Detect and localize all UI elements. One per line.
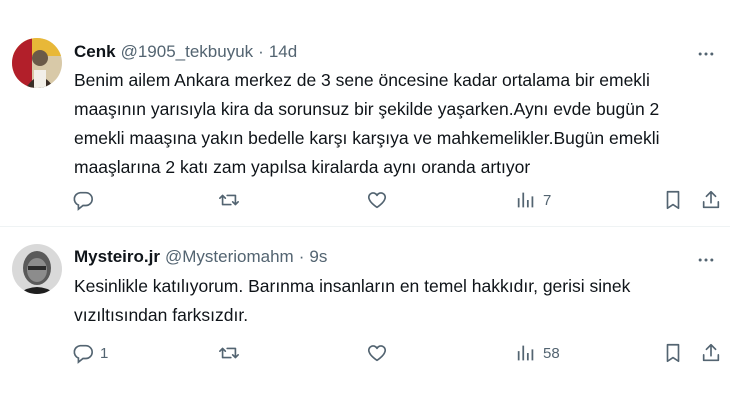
like-icon — [367, 192, 387, 209]
tweet-text-line: maaşlarına 2 katı zam yapılsa kiralarda … — [74, 157, 531, 177]
separator-dot: · — [298, 247, 305, 266]
more-icon[interactable] — [696, 250, 716, 270]
reply-icon — [73, 344, 93, 364]
reply-button[interactable]: 1 — [72, 342, 108, 364]
tweet-text: Kesinlikle katılıyorum. Barınma insanlar… — [74, 272, 714, 330]
reply-button[interactable] — [72, 189, 94, 211]
tweet-text: Benim ailem Ankara merkez de 3 sene önce… — [74, 66, 714, 182]
retweet-button[interactable] — [218, 342, 240, 364]
bookmark-icon — [666, 343, 680, 363]
author-handle[interactable]: @1905_tekbuyuk — [121, 42, 254, 62]
share-button[interactable] — [700, 189, 722, 211]
views-icon — [517, 345, 534, 361]
views-button[interactable]: 7 — [515, 189, 551, 211]
views-count: 58 — [543, 344, 560, 362]
retweet-button[interactable] — [218, 189, 240, 211]
tweet-header: Cenk @1905_tekbuyuk · 14d — [74, 42, 297, 62]
more-icon[interactable] — [696, 44, 716, 64]
tweet-header: Mysteiro.jr @Mysteriomahm · 9s — [74, 247, 327, 267]
action-bar: 7 — [70, 189, 730, 213]
bookmark-icon — [666, 190, 680, 210]
bookmark-button[interactable] — [662, 189, 684, 211]
retweet-icon — [219, 194, 239, 206]
share-icon — [702, 190, 720, 209]
tweet-text-line: maaşının yarısıyla kira da sorunsuz bir … — [74, 99, 660, 119]
author-name[interactable]: Mysteiro.jr — [74, 247, 160, 267]
tweet-cenk[interactable]: Cenk @1905_tekbuyuk · 14d Benim ailem An… — [0, 0, 730, 227]
like-button[interactable] — [366, 342, 388, 364]
like-button[interactable] — [366, 189, 388, 211]
author-name[interactable]: Cenk — [74, 42, 116, 62]
views-icon — [517, 192, 534, 208]
like-icon — [367, 345, 387, 362]
tweet-text-line: Benim ailem Ankara merkez de 3 sene önce… — [74, 70, 650, 90]
bookmark-button[interactable] — [662, 342, 684, 364]
tweet-mysteiro[interactable]: Mysteiro.jr @Mysteriomahm · 9s Kesinlikl… — [0, 227, 730, 420]
reply-count: 1 — [100, 344, 109, 362]
views-count: 7 — [543, 191, 552, 209]
retweet-icon — [219, 347, 239, 359]
share-icon — [702, 343, 720, 362]
avatar[interactable] — [12, 38, 62, 88]
action-bar: 1 58 — [70, 342, 730, 366]
reply-icon — [73, 191, 93, 211]
views-button[interactable]: 58 — [515, 342, 560, 364]
tweet-text-line: Kesinlikle katılıyorum. Barınma insanlar… — [74, 276, 631, 296]
timestamp[interactable]: 14d — [269, 42, 297, 62]
tweet-text-line: emekli maaşına yakın bedelle karşı karşı… — [74, 128, 660, 148]
share-button[interactable] — [700, 342, 722, 364]
tweet-text-line: vızıltısından farksızdır. — [74, 305, 249, 325]
separator-dot: · — [258, 42, 264, 61]
timestamp[interactable]: 9s — [309, 247, 327, 267]
author-handle[interactable]: @Mysteriomahm — [165, 247, 294, 267]
avatar[interactable] — [12, 244, 62, 294]
